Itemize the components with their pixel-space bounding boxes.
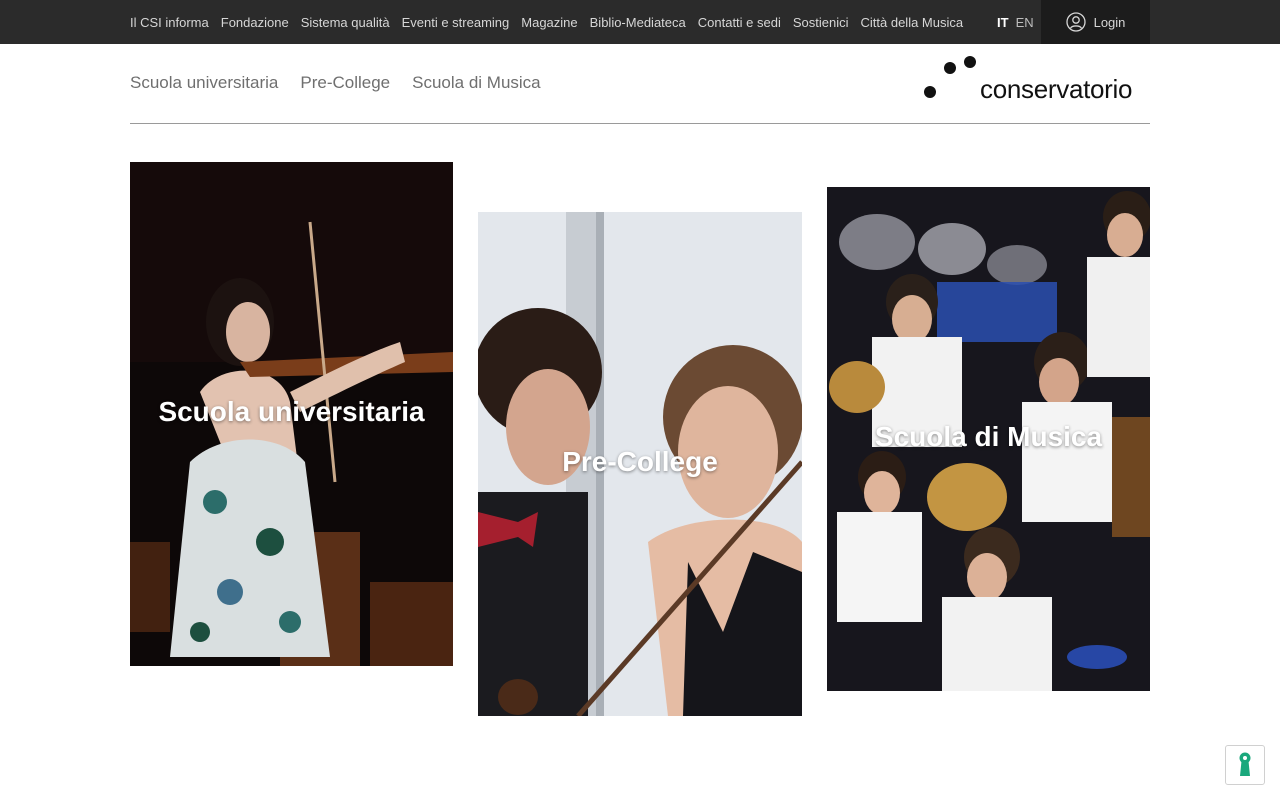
nav-link-pre-college[interactable]: Pre-College — [300, 73, 390, 93]
language-switcher: IT EN — [997, 0, 1034, 44]
utility-link-sistema-qualita[interactable]: Sistema qualità — [301, 15, 390, 30]
card-scuola-universitaria[interactable]: Scuola universitaria — [130, 162, 453, 666]
utility-link-biblio-mediateca[interactable]: Biblio-Mediateca — [590, 15, 686, 30]
card-scuola-musica[interactable]: Scuola di Musica — [827, 187, 1150, 691]
logo-dots-mark — [924, 56, 976, 98]
header-divider — [130, 123, 1150, 124]
nav-link-scuola-musica[interactable]: Scuola di Musica — [412, 73, 541, 93]
utility-link-fondazione[interactable]: Fondazione — [221, 15, 289, 30]
keyhole-icon — [1239, 752, 1251, 776]
utility-nav: Il CSI informa Fondazione Sistema qualit… — [130, 0, 975, 44]
card-pre-college[interactable]: Pre-College — [478, 212, 802, 716]
utility-link-magazine[interactable]: Magazine — [521, 15, 577, 30]
conservatorio-logo[interactable]: conservatorio — [920, 52, 1152, 106]
login-label: Login — [1093, 14, 1126, 30]
card-label-scuola-universitaria: Scuola universitaria — [158, 396, 425, 427]
login-button[interactable]: Login — [1041, 0, 1150, 44]
main-nav: Scuola universitaria Pre-College Scuola … — [130, 72, 563, 94]
card-label-pre-college: Pre-College — [562, 446, 718, 477]
utility-link-sostienici[interactable]: Sostienici — [793, 15, 849, 30]
utility-link-contatti-sedi[interactable]: Contatti e sedi — [698, 15, 781, 30]
utility-link-eventi-streaming[interactable]: Eventi e streaming — [402, 15, 510, 30]
top-utility-bar: Il CSI informa Fondazione Sistema qualit… — [0, 0, 1280, 44]
utility-link-csi-informa[interactable]: Il CSI informa — [130, 15, 209, 30]
user-circle-icon — [1065, 12, 1086, 32]
nav-link-scuola-universitaria[interactable]: Scuola universitaria — [130, 73, 278, 93]
cookie-settings-button[interactable] — [1225, 745, 1265, 785]
logo-text: conservatorio — [980, 74, 1133, 104]
lang-it[interactable]: IT — [997, 15, 1009, 30]
card-label-scuola-musica: Scuola di Musica — [874, 421, 1103, 452]
utility-link-citta-musica[interactable]: Città della Musica — [861, 15, 964, 30]
lang-en[interactable]: EN — [1016, 15, 1034, 30]
